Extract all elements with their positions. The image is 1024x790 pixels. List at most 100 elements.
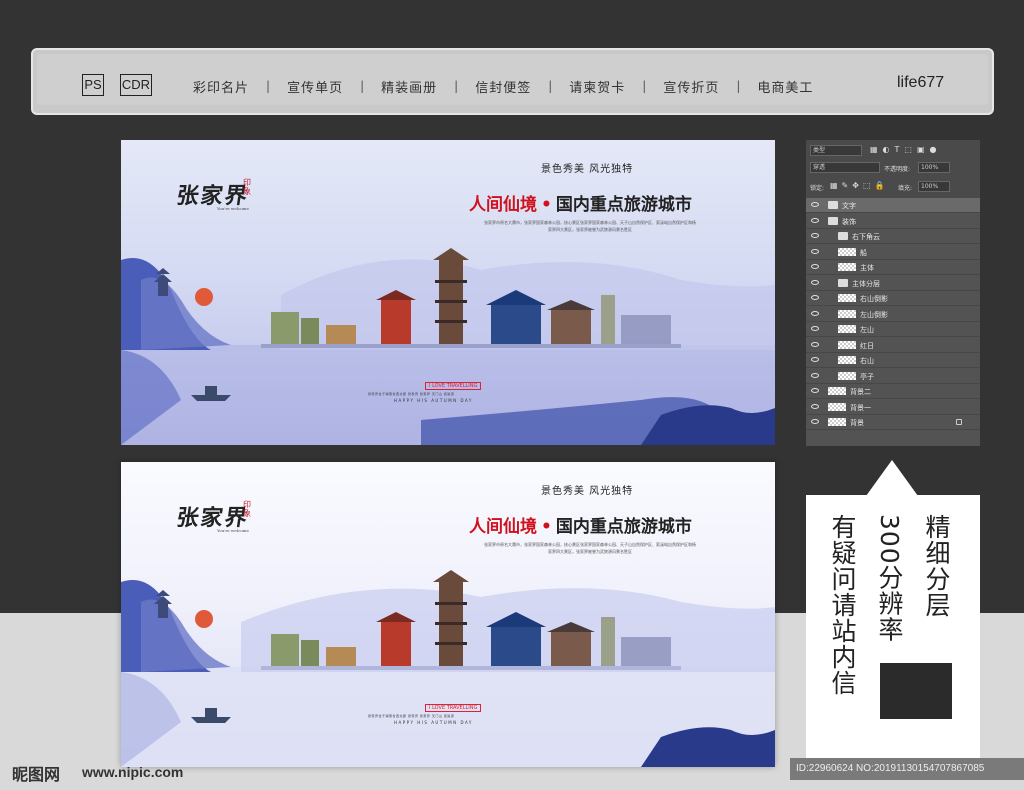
lock-icons: ▦✎✥⬚🔒 [830,181,889,190]
dark-square-block [880,663,952,719]
layer-thumbnail [838,263,856,271]
layer-row[interactable]: 文字 [806,198,980,213]
layer-row[interactable]: 船 [806,245,980,260]
banner-footer-line2: HAPPY HIS AUTUMN DAY [394,398,473,403]
eye-icon[interactable] [811,264,819,269]
layer-row[interactable]: 右山 [806,353,980,368]
opacity-input[interactable]: 100% [918,162,950,173]
layer-thumbnail [828,402,846,411]
watermark-logo: 昵图网 [12,765,61,784]
banner-title-dot: • [541,517,552,537]
blend-mode-value: 穿透 [813,164,826,171]
banner-welcome: You're welcome [217,528,249,533]
banner-description: 张家界市原名大庸市，张家界国家森林公园，核心景区张家界国家森林公园、天子山自然保… [484,220,696,232]
banner-title-red: 人间仙境 [469,195,537,215]
layers-panel: 类型 ▦◐T⬚▣● 穿透 不透明度: 100% 锁定: ▦✎✥⬚🔒 填充: 10… [806,140,980,446]
layer-thumbnail [828,418,846,426]
layer-row[interactable]: 左山倒影 [806,307,980,322]
eye-icon[interactable] [811,341,819,347]
banner-tagline: 景色秀美 风光独特 [541,486,634,497]
eye-icon[interactable] [811,217,819,223]
eye-icon[interactable] [811,310,819,316]
layer-thumbnail [838,325,856,333]
nav-item-flyer[interactable]: 宣传单页 [287,77,343,96]
eye-icon[interactable] [811,233,819,238]
watermark-id: ID:22960624 NO:20191130154707867085 [790,758,1024,780]
layer-row[interactable]: 红日 [806,338,980,353]
folder-icon [838,278,848,287]
nav-item-invitation[interactable]: 请柬贺卡 [569,77,625,96]
layer-name: 右下角云 [852,233,880,241]
eye-icon[interactable] [811,248,819,254]
layer-name: 亭子 [860,372,874,381]
eye-icon[interactable] [811,202,819,207]
layer-name: 右山倒影 [860,295,888,303]
layer-kind-label: 类型 [813,147,826,154]
brand-name[interactable]: life677 [897,74,944,92]
info-text-layers: 精细分层 [922,514,951,618]
opacity-label: 不透明度: [884,166,911,173]
nav-item-ecommerce[interactable]: 电商美工 [757,77,813,96]
layer-row[interactable]: 左山 [806,322,980,337]
eye-icon[interactable] [811,357,819,362]
fill-input[interactable]: 100% [918,181,950,192]
eye-icon[interactable] [811,419,819,424]
layer-name: 文字 [842,202,856,210]
layer-name: 左山倒影 [860,310,888,319]
lock-label: 锁定: [810,185,825,192]
nav-item-envelope[interactable]: 信封便签 [475,77,531,96]
blend-mode-select[interactable]: 穿透 [810,162,880,173]
info-card-arrow [866,460,918,496]
layer-name: 红日 [860,341,874,350]
layer-name: 背景 [850,419,864,427]
layer-thumbnail [838,340,856,349]
eye-icon[interactable] [811,326,819,331]
layer-row[interactable]: 装饰 [806,214,980,229]
layer-row[interactable]: 主体分层 [806,276,980,291]
nav-separator: | [642,79,647,93]
banner-footer-line1: 张家界位于湖南省西北部 张家界 张家界 天门山 武陵源 [368,714,455,718]
eye-icon[interactable] [811,295,819,300]
layer-thumbnail [828,387,846,395]
folder-icon [828,216,838,225]
eye-icon[interactable] [811,403,819,409]
banner-welcome: You're welcome [217,206,249,211]
layer-name: 主体分层 [852,279,880,288]
layer-row[interactable]: 右山倒影 [806,291,980,306]
nav-separator: | [548,79,553,93]
layer-thumbnail [838,294,856,302]
folder-icon [828,201,838,209]
nav-item-brochure[interactable]: 精装画册 [381,77,437,96]
layer-name: 背景二 [850,388,871,396]
layer-row[interactable]: 背景 [806,415,980,430]
layer-row[interactable]: 亭子 [806,369,980,384]
watermark-url[interactable]: www.nipic.com [82,764,183,780]
ps-badge[interactable]: PS [82,74,104,96]
eye-icon[interactable] [811,279,819,285]
nav-item-business-card[interactable]: 彩印名片 [193,77,249,96]
layer-name: 右山 [860,357,874,365]
layer-row[interactable]: 主体 [806,260,980,275]
nav-separator: | [266,79,271,93]
layers-panel-header: 类型 ▦◐T⬚▣● 穿透 不透明度: 100% 锁定: ▦✎✥⬚🔒 填充: 10… [806,140,980,198]
folder-icon [838,232,848,240]
opacity-value: 100% [921,164,939,171]
eye-icon[interactable] [811,388,819,393]
banner-tagline: 景色秀美 风光独特 [541,164,634,175]
layer-kind-filter[interactable]: 类型 [810,145,862,156]
cdr-badge[interactable]: CDR [120,74,152,96]
banner-footer-line2: HAPPY HIS AUTUMN DAY [394,720,473,725]
eye-icon[interactable] [811,372,819,378]
layer-thumbnail [838,309,856,318]
layer-thumbnail [838,356,856,364]
layer-name: 左山 [860,326,874,334]
banner-stamp: 印象 [243,500,251,518]
layer-name: 船 [860,248,867,257]
banner-title: 人间仙境 • 国内重点旅游城市 [469,512,692,537]
banner-love-badge: I LOVE TRAVELLING [425,704,482,712]
info-text-resolution: 300分辨率 [875,514,904,643]
nav-item-folding[interactable]: 宣传折页 [663,77,719,96]
layer-row[interactable]: 右下角云 [806,229,980,244]
layer-row[interactable]: 背景一 [806,400,980,415]
layer-row[interactable]: 背景二 [806,384,980,399]
